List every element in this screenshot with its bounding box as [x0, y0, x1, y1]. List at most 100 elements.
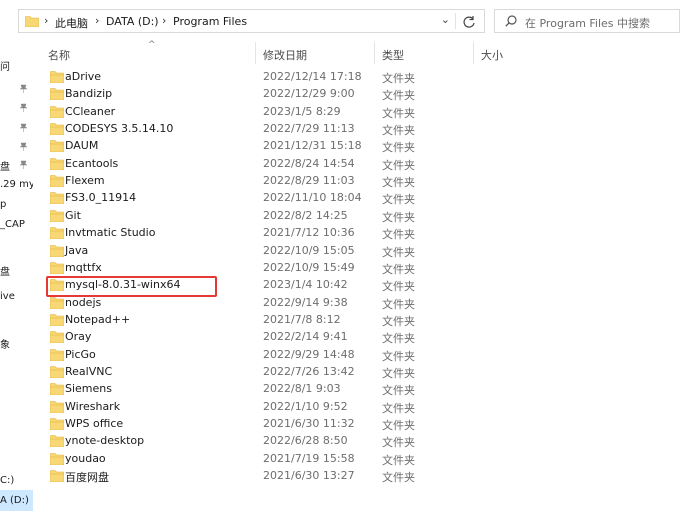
pin-icon [19, 84, 28, 93]
nav-item[interactable]: ive [0, 291, 33, 302]
file-row[interactable]: WPS office 2021/6/30 11:32 文件夹 [40, 415, 680, 432]
chevron-right-icon[interactable]: › [44, 14, 48, 27]
nav-item-selected[interactable]: A (D:) [0, 495, 33, 506]
file-type: 文件夹 [382, 419, 415, 432]
column-header-type[interactable]: 类型 [382, 47, 404, 63]
breadcrumb-this-pc[interactable]: 此电脑 [55, 15, 88, 31]
nav-item[interactable]: 盘 [0, 158, 33, 173]
file-name[interactable]: 百度网盘 [65, 469, 109, 485]
file-row[interactable]: Invtmatic Studio 2021/7/12 10:36 文件夹 [40, 224, 680, 241]
file-name[interactable]: WPS office [65, 417, 123, 430]
file-name[interactable]: PicGo [65, 348, 96, 361]
file-name[interactable]: Notepad++ [65, 313, 130, 326]
file-name[interactable]: youdao [65, 452, 106, 465]
refresh-icon[interactable] [460, 13, 478, 31]
file-row[interactable]: PicGo 2022/9/29 14:48 文件夹 [40, 346, 680, 363]
file-modified-date: 2022/10/9 15:05 [263, 243, 355, 257]
column-divider[interactable] [473, 42, 474, 64]
nav-item[interactable]: 盘 [0, 263, 33, 278]
file-row[interactable]: 百度网盘 2021/6/30 13:27 文件夹 [40, 467, 680, 484]
file-row[interactable]: Java 2022/10/9 15:05 文件夹 [40, 242, 680, 259]
file-row[interactable]: mqttfx 2022/10/9 15:49 文件夹 [40, 259, 680, 276]
chevron-right-icon[interactable]: › [95, 14, 99, 27]
file-row[interactable]: FS3.0_11914 2022/11/10 18:04 文件夹 [40, 189, 680, 206]
file-modified-date: 2021/12/31 15:18 [263, 139, 362, 153]
file-type: 文件夹 [382, 297, 415, 311]
column-headers: ^ 名称 修改日期 类型 大小 [40, 40, 680, 64]
chevron-down-icon[interactable]: ⌄ [441, 13, 450, 26]
file-row[interactable]: DAUM 2021/12/31 15:18 文件夹 [40, 137, 680, 154]
file-row[interactable]: Oray 2022/2/14 9:41 文件夹 [40, 328, 680, 345]
file-modified-date: 2021/6/30 13:27 [263, 469, 355, 483]
file-name[interactable]: Ecantools [65, 157, 118, 170]
file-row[interactable]: Ecantools 2022/8/24 14:54 文件夹 [40, 155, 680, 172]
folder-icon [49, 400, 65, 413]
folder-icon [49, 314, 65, 327]
file-modified-date: 2022/9/29 14:48 [263, 347, 355, 361]
column-divider[interactable] [374, 42, 375, 64]
folder-icon [49, 366, 65, 379]
file-row[interactable]: Flexem 2022/8/29 11:03 文件夹 [40, 172, 680, 189]
nav-item[interactable]: _CAP [0, 219, 33, 230]
column-header-modified[interactable]: 修改日期 [263, 47, 307, 63]
file-name[interactable]: Wireshark [65, 400, 120, 413]
breadcrumb-drive[interactable]: DATA (D:) [106, 15, 159, 28]
file-name[interactable]: aDrive [65, 70, 101, 83]
file-type: 文件夹 [382, 332, 415, 346]
nav-item[interactable]: .29 my [0, 179, 33, 190]
file-name[interactable]: DAUM [65, 139, 98, 152]
search-box[interactable]: 在 Program Files 中搜索 [494, 9, 680, 33]
toolbar: › 此电脑 › DATA (D:) › Program Files ⌄ 在 Pr… [0, 0, 680, 42]
nav-item[interactable]: 象 [0, 336, 33, 351]
folder-icon [49, 348, 65, 361]
file-row[interactable]: CODESYS 3.5.14.10 2022/7/29 11:13 文件夹 [40, 120, 680, 137]
file-name[interactable]: Git [65, 209, 81, 222]
folder-icon [49, 192, 65, 205]
file-name[interactable]: CCleaner [65, 105, 115, 118]
column-header-size[interactable]: 大小 [481, 47, 503, 63]
address-bar[interactable]: › 此电脑 › DATA (D:) › Program Files ⌄ [18, 9, 485, 33]
file-modified-date: 2022/11/10 18:04 [263, 191, 362, 205]
file-modified-date: 2021/7/12 10:36 [263, 226, 355, 240]
file-name[interactable]: Invtmatic Studio [65, 226, 155, 239]
file-row[interactable]: CCleaner 2023/1/5 8:29 文件夹 [40, 103, 680, 120]
file-name[interactable]: Flexem [65, 174, 105, 187]
file-row[interactable]: ynote-desktop 2022/6/28 8:50 文件夹 [40, 432, 680, 449]
file-name[interactable]: RealVNC [65, 365, 112, 378]
nav-item[interactable]: p [0, 199, 33, 210]
file-name[interactable]: Siemens [65, 382, 112, 395]
nav-item[interactable]: 问 [0, 58, 33, 73]
file-name[interactable]: mqttfx [65, 261, 102, 274]
file-name[interactable]: Java [65, 244, 88, 257]
file-row[interactable]: Siemens 2022/8/1 9:03 文件夹 [40, 380, 680, 397]
chevron-right-icon[interactable]: › [162, 14, 166, 27]
file-row[interactable]: aDrive 2022/12/14 17:18 文件夹 [40, 68, 680, 85]
file-type: 文件夹 [382, 106, 415, 120]
file-type: 文件夹 [382, 366, 415, 380]
file-type: 文件夹 [382, 228, 415, 242]
column-header-name[interactable]: 名称 [48, 47, 70, 63]
folder-icon [49, 71, 65, 84]
folder-icon [49, 296, 65, 309]
folder-icon [49, 227, 65, 240]
file-row[interactable]: RealVNC 2022/7/26 13:42 文件夹 [40, 363, 680, 380]
column-divider[interactable] [255, 42, 256, 64]
file-modified-date: 2022/9/14 9:38 [263, 295, 348, 309]
file-row[interactable]: Wireshark 2022/1/10 9:52 文件夹 [40, 398, 680, 415]
pin-icon [19, 160, 28, 169]
file-name[interactable]: FS3.0_11914 [65, 191, 136, 204]
breadcrumb-program-files[interactable]: Program Files [173, 15, 247, 28]
file-modified-date: 2022/12/29 9:00 [263, 87, 355, 101]
file-row[interactable]: youdao 2021/7/19 15:58 文件夹 [40, 450, 680, 467]
file-type: 文件夹 [382, 262, 415, 276]
file-name[interactable]: Oray [65, 330, 91, 343]
file-row[interactable]: Notepad++ 2021/7/8 8:12 文件夹 [40, 311, 680, 328]
sort-ascending-icon: ^ [148, 40, 156, 50]
file-name[interactable]: CODESYS 3.5.14.10 [65, 122, 173, 135]
file-name[interactable]: ynote-desktop [65, 434, 144, 447]
file-name[interactable]: Bandizip [65, 87, 112, 100]
nav-item[interactable]: C:) [0, 475, 33, 486]
file-name[interactable]: nodejs [65, 296, 101, 309]
file-row[interactable]: Bandizip 2022/12/29 9:00 文件夹 [40, 85, 680, 102]
file-row[interactable]: Git 2022/8/2 14:25 文件夹 [40, 207, 680, 224]
